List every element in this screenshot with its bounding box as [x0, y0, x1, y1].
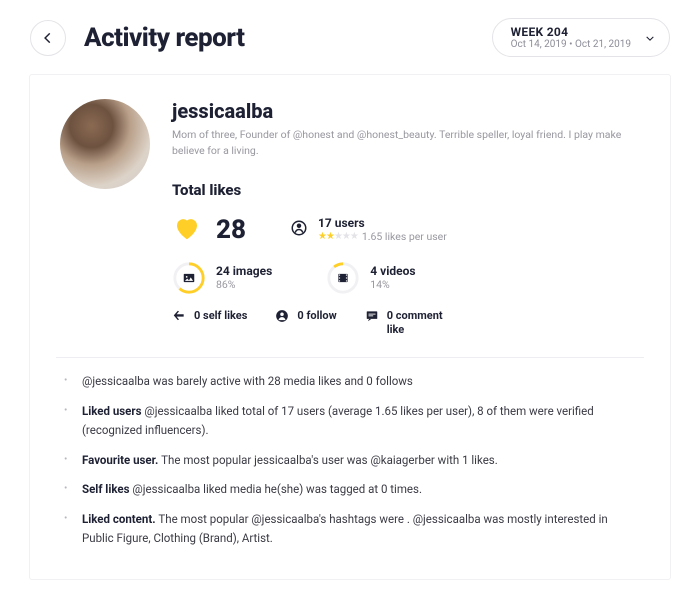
bullet-text: @jessicaalba liked total of 17 users (av… — [82, 404, 594, 438]
follow-stat: 0 follow — [275, 309, 336, 323]
bullet-label: Liked users — [82, 404, 144, 418]
list-item: Self likes @jessicaalba liked media he(s… — [64, 480, 640, 500]
bio: Mom of three, Founder of @honest and @ho… — [172, 127, 640, 159]
bullet-text: The most popular jessicaalba's user was … — [161, 453, 498, 467]
total-likes-value: 28 — [216, 215, 246, 245]
images-donut-icon — [172, 261, 206, 295]
comment-like-stat: 0 comment like — [365, 309, 447, 338]
list-item: Liked content. The most popular @jessica… — [64, 510, 640, 549]
week-selector[interactable]: WEEK 204 Oct 14, 2019 • Oct 21, 2019 — [492, 18, 670, 57]
bullet-text: @jessicaalba liked media he(she) was tag… — [132, 482, 422, 496]
divider — [56, 357, 644, 358]
bullet-text: The most popular @jessicaalba's hashtags… — [82, 512, 608, 546]
follow-label: 0 follow — [297, 309, 336, 322]
self-likes-stat: 0 self likes — [172, 309, 247, 323]
summary-list: @jessicaalba was barely active with 28 m… — [60, 372, 640, 549]
bullet-label: Favourite user. — [82, 453, 161, 467]
likes-per-user: 1.65 likes per user — [362, 230, 447, 243]
images-count: 24 images — [216, 264, 272, 278]
images-pct: 86% — [216, 278, 272, 291]
star-rating-icon: ★★★★★ — [318, 231, 358, 242]
section-total-likes: Total likes — [172, 181, 640, 199]
videos-donut-icon — [326, 261, 360, 295]
bullet-label: Self likes — [82, 482, 132, 496]
bullet-label: Liked content. — [82, 512, 158, 526]
back-button[interactable] — [30, 20, 66, 56]
chevron-down-icon — [645, 28, 655, 47]
users-count: 17 users — [318, 216, 447, 230]
avatar — [60, 99, 150, 189]
list-item: Liked users @jessicaalba liked total of … — [64, 402, 640, 441]
page-title: Activity report — [84, 23, 244, 53]
week-range: Oct 14, 2019 • Oct 21, 2019 — [511, 39, 631, 50]
videos-pct: 14% — [370, 278, 415, 291]
self-likes-label: 0 self likes — [194, 309, 247, 322]
list-item: Favourite user. The most popular jessica… — [64, 451, 640, 471]
bullet-text: @jessicaalba was barely active with 28 m… — [82, 374, 413, 388]
username: jessicaalba — [172, 99, 640, 123]
videos-count: 4 videos — [370, 264, 415, 278]
week-label: WEEK 204 — [511, 25, 631, 39]
comment-like-label: 0 comment like — [387, 309, 447, 338]
user-icon — [290, 219, 308, 241]
list-item: @jessicaalba was barely active with 28 m… — [64, 372, 640, 392]
heart-icon — [172, 213, 202, 247]
